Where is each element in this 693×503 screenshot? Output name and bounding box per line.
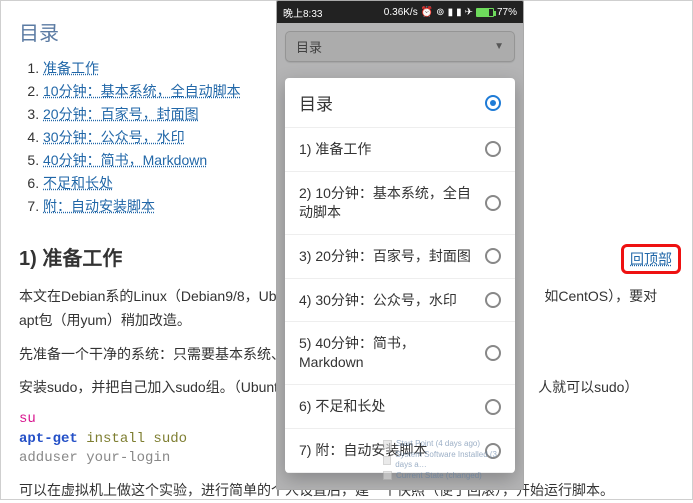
radio-icon[interactable] — [485, 443, 501, 459]
radio-icon[interactable] — [485, 345, 501, 361]
toc-modal: 目录 1) 准备工作 2) 10分钟：基本系统，全自动脚本 3) 20分钟：百家… — [285, 78, 515, 473]
modal-item-label: 6) 不足和长处 — [299, 397, 485, 416]
modal-item-label: 3) 20分钟：百家号，封面图 — [299, 247, 485, 266]
modal-item-5[interactable]: 5) 40分钟：简书，Markdown — [285, 321, 515, 384]
modal-item-2[interactable]: 2) 10分钟：基本系统，全自动脚本 — [285, 171, 515, 234]
phone-overlay: 晚上8:33 0.36K/s ⏰ ⊚ ▮ ▮ ✈ 77% 目录 ▼ 目录 1) … — [276, 0, 524, 490]
radio-icon[interactable] — [485, 195, 501, 211]
modal-title-row[interactable]: 目录 — [285, 78, 515, 127]
modal-item-3[interactable]: 3) 20分钟：百家号，封面图 — [285, 234, 515, 278]
signal-icon: ▮ — [448, 7, 454, 18]
battery-pct: 77% — [497, 7, 517, 18]
signal-icon-2: ▮ — [456, 7, 462, 18]
alarm-icon: ⏰ — [421, 7, 433, 18]
modal-title: 目录 — [299, 90, 333, 115]
radio-icon[interactable] — [485, 399, 501, 415]
status-speed: 0.36K/s — [384, 7, 418, 18]
toc-link-1[interactable]: 准备工作 — [43, 60, 99, 76]
modal-item-7[interactable]: 7) 附：自动安装脚本 — [285, 428, 515, 473]
radio-selected-icon[interactable] — [485, 95, 501, 111]
modal-item-6[interactable]: 6) 不足和长处 — [285, 384, 515, 428]
toc-link-2[interactable]: 10分钟：基本系统，全自动脚本 — [43, 83, 241, 99]
status-time: 晚上8:33 — [283, 5, 322, 20]
modal-item-label: 4) 30分钟：公众号，水印 — [299, 291, 485, 310]
radio-icon[interactable] — [485, 141, 501, 157]
toc-link-5[interactable]: 40分钟：简书，Markdown — [43, 152, 207, 168]
toc-link-7[interactable]: 附：自动安装脚本 — [43, 198, 155, 214]
battery-icon — [476, 8, 494, 17]
back-to-top-callout: 回顶部 — [621, 244, 681, 274]
toc-link-6[interactable]: 不足和长处 — [43, 175, 113, 191]
toc-link-3[interactable]: 20分钟：百家号，封面图 — [43, 106, 199, 122]
status-bar: 晚上8:33 0.36K/s ⏰ ⊚ ▮ ▮ ✈ 77% — [277, 1, 523, 23]
back-to-top-link[interactable]: 回顶部 — [630, 251, 672, 267]
modal-item-label: 5) 40分钟：简书，Markdown — [299, 334, 485, 372]
modal-item-label: 1) 准备工作 — [299, 140, 485, 159]
plane-icon: ✈ — [465, 7, 473, 18]
modal-item-4[interactable]: 4) 30分钟：公众号，水印 — [285, 278, 515, 322]
radio-icon[interactable] — [485, 292, 501, 308]
modal-item-1[interactable]: 1) 准备工作 — [285, 127, 515, 171]
wifi-icon: ⊚ — [436, 7, 444, 18]
radio-icon[interactable] — [485, 248, 501, 264]
modal-item-label: 2) 10分钟：基本系统，全自动脚本 — [299, 184, 485, 222]
toc-link-4[interactable]: 30分钟：公众号，水印 — [43, 129, 185, 145]
modal-item-label: 7) 附：自动安装脚本 — [299, 441, 485, 460]
